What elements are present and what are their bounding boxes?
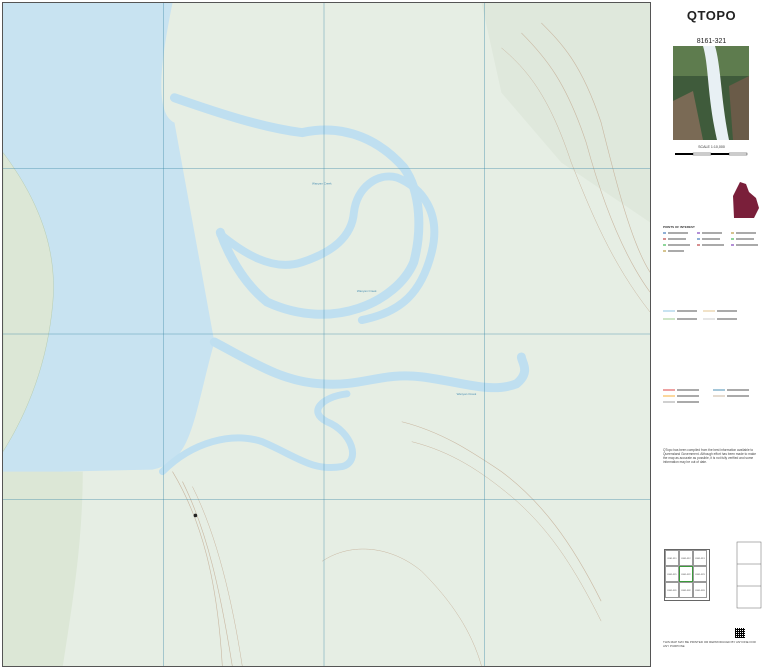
index-cell: 8161-332 <box>679 582 693 598</box>
topographic-map[interactable]: Wanyan Creek Wanyan Creek Wanyan Creek <box>3 3 650 666</box>
queensland-locator-map <box>733 182 759 218</box>
creek-label: Wanyan Creek <box>457 392 477 396</box>
index-cell-current: 8161-322 <box>679 566 693 582</box>
map-info-panel: QTOPO 8161-321 SCALE 1:10,000 POINTS OF … <box>655 0 768 671</box>
sheet-number: 8161-321 <box>696 38 727 45</box>
scale-bar <box>675 152 748 156</box>
footer-text: THIS MAP MAY BE PRINTED OR REPRODUCED BY… <box>663 640 756 648</box>
qr-code[interactable] <box>735 628 745 638</box>
index-cell: 8161-323 <box>693 566 707 582</box>
adjoining-sheets-index: 8161-311 8161-312 8161-313 8161-321 8161… <box>664 549 710 601</box>
index-cell: 8161-321 <box>665 566 679 582</box>
brand-title: QTOPO <box>686 8 737 23</box>
index-cell: 8161-331 <box>665 582 679 598</box>
index-cell: 8161-333 <box>693 582 707 598</box>
index-cell: 8161-312 <box>679 550 693 566</box>
map-frame[interactable]: Wanyan Creek Wanyan Creek Wanyan Creek <box>2 2 651 667</box>
scale-label: SCALE 1:10,000 <box>698 145 725 149</box>
legend-heading: POINTS OF INTEREST <box>663 225 695 229</box>
survey-point-marker[interactable] <box>193 513 198 518</box>
folding-diagram <box>736 541 762 609</box>
disclaimer-text: QTopo has been compiled from the best in… <box>663 448 756 464</box>
index-cell: 8161-311 <box>665 550 679 566</box>
creek-label: Wanyan Creek <box>312 181 332 185</box>
creek-label: Wanyan Creek <box>357 289 377 293</box>
waterfall-photo <box>673 46 749 140</box>
index-cell: 8161-313 <box>693 550 707 566</box>
map-legend <box>663 232 758 403</box>
